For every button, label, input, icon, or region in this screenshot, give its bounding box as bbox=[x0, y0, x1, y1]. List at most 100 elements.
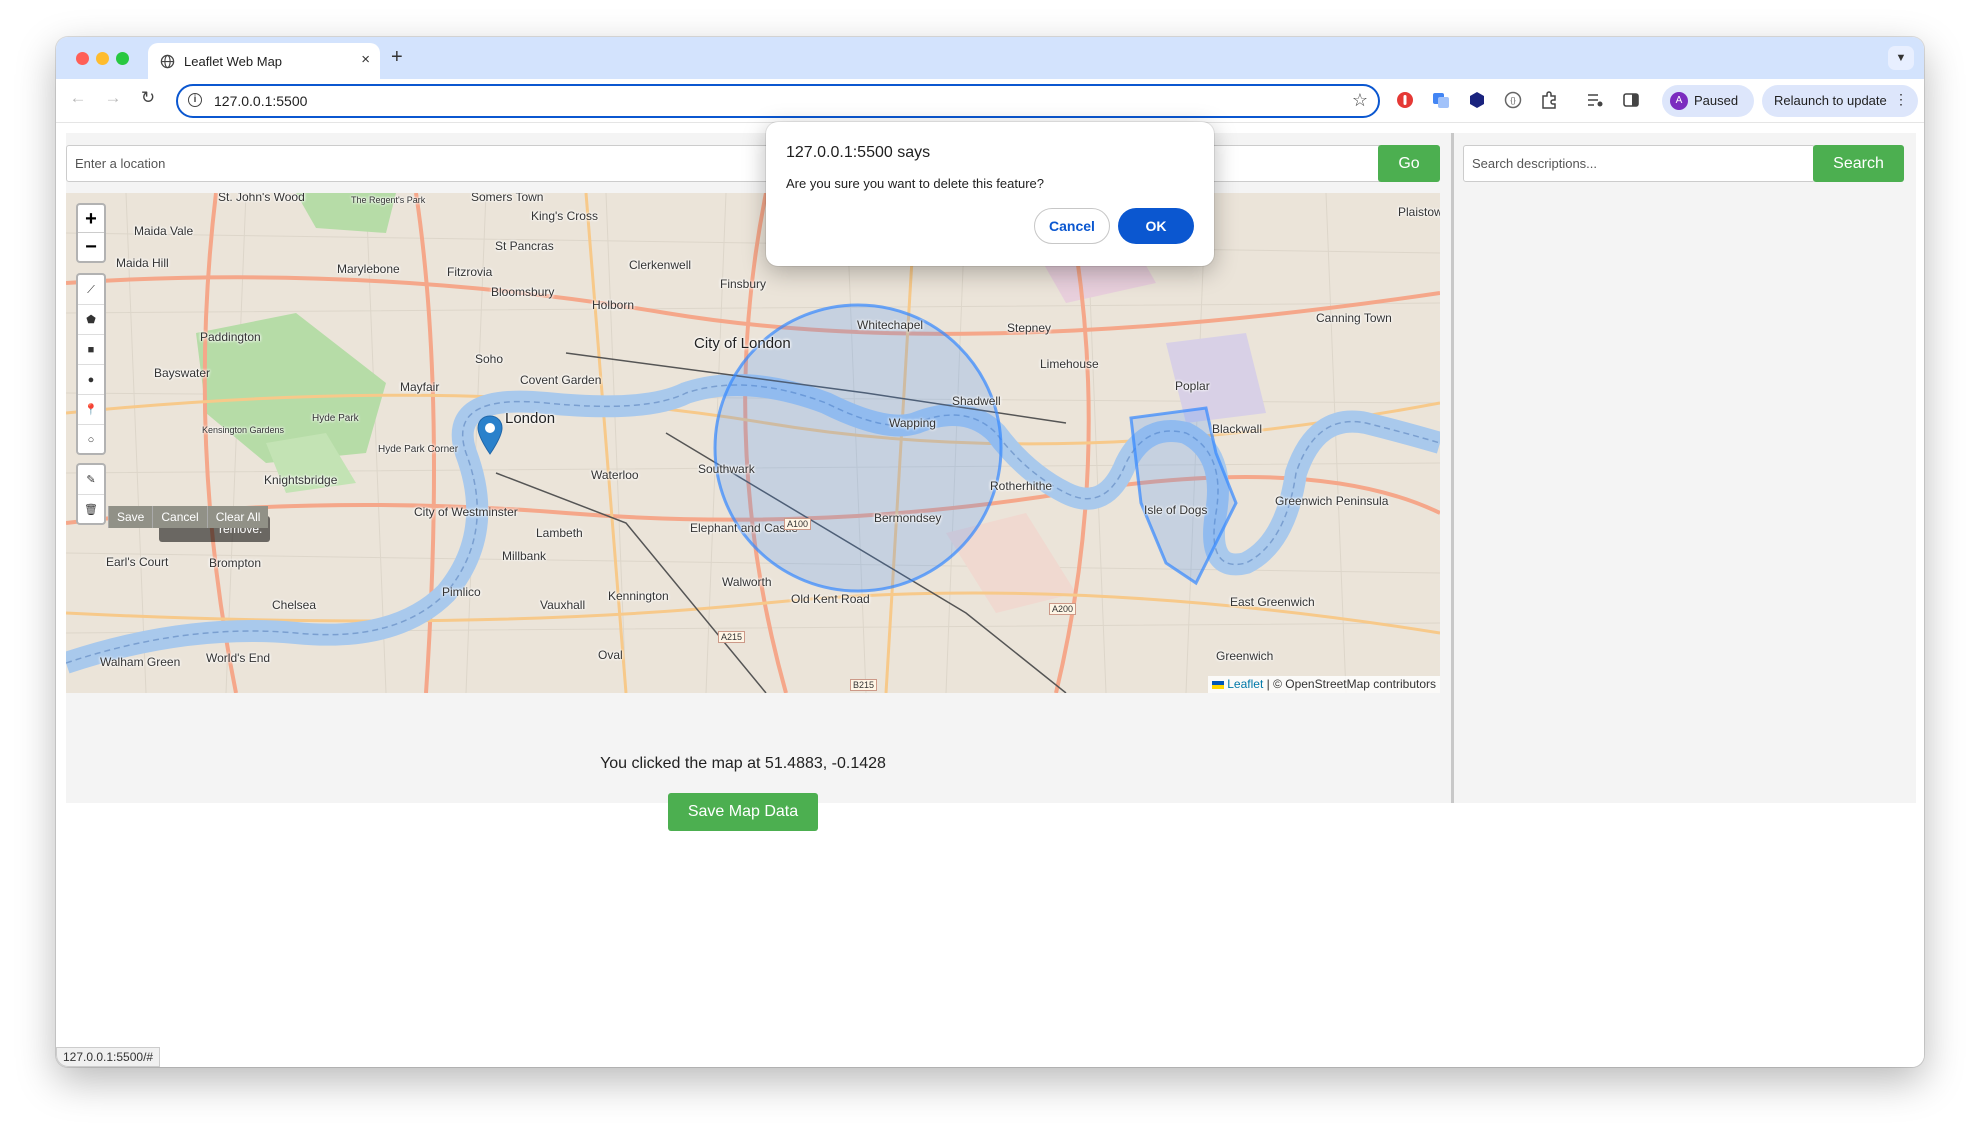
edit-cancel-button[interactable]: Cancel bbox=[152, 506, 207, 528]
road-shield: A215 bbox=[718, 631, 746, 643]
map-marker-icon[interactable] bbox=[477, 415, 503, 455]
map-label: Kensington Gardens bbox=[202, 425, 285, 435]
address-url: 127.0.0.1:5500 bbox=[214, 93, 308, 109]
map-label: East Greenwich bbox=[1230, 595, 1315, 609]
new-tab-button[interactable]: + bbox=[391, 46, 403, 69]
map-label: Clerkenwell bbox=[629, 258, 692, 272]
leaflet-map[interactable]: St. John's Wood The Regent's Park Somers… bbox=[66, 193, 1440, 693]
dialog-title: 127.0.0.1:5500 says bbox=[786, 144, 931, 161]
map-label: St Pancras bbox=[495, 239, 554, 253]
map-label: Maida Hill bbox=[116, 256, 169, 270]
status-bar-url: 127.0.0.1:5500/# bbox=[56, 1047, 161, 1067]
map-label: Bloomsbury bbox=[491, 285, 555, 299]
media-controls-icon[interactable] bbox=[1586, 91, 1604, 109]
map-label: Walworth bbox=[722, 575, 772, 589]
search-descriptions-input[interactable] bbox=[1463, 145, 1815, 182]
maximize-window-button[interactable] bbox=[116, 52, 129, 65]
zoom-in-button[interactable]: + bbox=[78, 205, 104, 233]
relaunch-to-update-button[interactable]: Relaunch to update ⋮ bbox=[1762, 85, 1918, 117]
go-button[interactable]: Go bbox=[1378, 145, 1440, 182]
ukraine-flag-icon bbox=[1212, 680, 1225, 689]
map-label: Canning Town bbox=[1316, 311, 1392, 325]
tab-search-chevron-down-icon[interactable]: ▼ bbox=[1888, 46, 1914, 70]
map-label: Wapping bbox=[889, 416, 936, 430]
search-button[interactable]: Search bbox=[1813, 145, 1904, 182]
confirm-dialog: 127.0.0.1:5500 says Are you sure you wan… bbox=[766, 122, 1214, 266]
draw-polygon-icon[interactable]: ⬟ bbox=[78, 305, 104, 335]
back-arrow-icon[interactable]: ← bbox=[66, 88, 90, 108]
map-label: Greenwich bbox=[1216, 649, 1274, 663]
tab-title: Leaflet Web Map bbox=[184, 54, 283, 69]
dialog-ok-button[interactable]: OK bbox=[1118, 208, 1194, 244]
map-label: The Regent's Park bbox=[351, 195, 426, 205]
draw-polyline-icon[interactable]: ⟋ bbox=[78, 275, 104, 305]
browser-toolbar: ← → ↻ i 127.0.0.1:5500 ☆ {} A Paused Rel… bbox=[56, 79, 1924, 123]
edit-save-button[interactable]: Save bbox=[108, 506, 153, 528]
map-label: Covent Garden bbox=[520, 373, 602, 387]
map-label: Poplar bbox=[1175, 379, 1210, 393]
profile-status-label: Paused bbox=[1694, 93, 1739, 108]
draw-circlemarker-icon[interactable]: ○ bbox=[78, 425, 104, 455]
road-shield: A200 bbox=[1049, 603, 1077, 615]
profile-button[interactable]: A Paused bbox=[1662, 85, 1754, 117]
road-shield: A100 bbox=[784, 518, 812, 530]
tab-leaflet-web-map[interactable]: Leaflet Web Map × bbox=[148, 43, 380, 79]
click-coordinates-text: You clicked the map at 51.4883, -0.1428 bbox=[600, 755, 886, 772]
draw-circle-icon[interactable]: ● bbox=[78, 365, 104, 395]
map-label: Mayfair bbox=[400, 380, 440, 394]
leaflet-link[interactable]: Leaflet bbox=[1227, 677, 1263, 691]
map-label: Knightsbridge bbox=[264, 473, 338, 487]
map-label: Old Kent Road bbox=[791, 592, 870, 606]
save-map-data-button[interactable]: Save Map Data bbox=[668, 793, 818, 831]
tab-strip: Leaflet Web Map × + ▼ bbox=[56, 37, 1924, 79]
map-label: London bbox=[505, 410, 556, 427]
map-tiles bbox=[66, 193, 1440, 693]
dialog-cancel-button[interactable]: Cancel bbox=[1034, 208, 1110, 244]
tab-close-icon[interactable]: × bbox=[361, 51, 370, 68]
edit-clear-all-button[interactable]: Clear All bbox=[206, 506, 269, 528]
circle-extension-icon[interactable]: {} bbox=[1504, 91, 1522, 109]
minimize-window-button[interactable] bbox=[96, 52, 109, 65]
forward-arrow-icon[interactable]: → bbox=[101, 88, 125, 108]
map-label: City of Westminster bbox=[414, 505, 518, 519]
map-label: Bayswater bbox=[154, 366, 211, 380]
map-label: Brompton bbox=[209, 556, 262, 570]
attribution-text: | © OpenStreetMap contributors bbox=[1266, 677, 1436, 691]
map-label: King's Cross bbox=[531, 209, 598, 223]
map-label: Maida Vale bbox=[134, 224, 194, 238]
zoom-out-button[interactable]: − bbox=[78, 233, 104, 261]
map-label: Shadwell bbox=[952, 394, 1001, 408]
reload-icon[interactable]: ↻ bbox=[136, 88, 160, 108]
map-label: Somers Town bbox=[471, 193, 544, 204]
map-label: Blackwall bbox=[1212, 422, 1263, 436]
map-label: Walham Green bbox=[100, 655, 181, 669]
address-bar[interactable]: i 127.0.0.1:5500 ☆ bbox=[176, 84, 1380, 118]
side-panel-icon[interactable] bbox=[1622, 91, 1640, 109]
map-label: Bermondsey bbox=[874, 511, 942, 525]
close-window-button[interactable] bbox=[76, 52, 89, 65]
map-label: Lambeth bbox=[536, 526, 583, 540]
zoom-control: + − bbox=[76, 203, 106, 263]
map-label: City of London bbox=[694, 335, 791, 352]
map-label: Holborn bbox=[592, 298, 635, 312]
map-label: Waterloo bbox=[591, 468, 639, 482]
map-label: Stepney bbox=[1007, 321, 1052, 335]
map-label: Earl's Court bbox=[106, 555, 169, 569]
map-label: Whitechapel bbox=[857, 318, 924, 332]
puzzle-extensions-icon[interactable] bbox=[1540, 91, 1558, 109]
site-info-icon[interactable]: i bbox=[188, 93, 202, 107]
extension-red-icon[interactable] bbox=[1396, 91, 1414, 109]
draw-rectangle-icon[interactable]: ■ bbox=[78, 335, 104, 365]
panel-divider[interactable] bbox=[1451, 133, 1454, 803]
delete-layers-icon[interactable]: 🗑 bbox=[78, 495, 104, 525]
map-label: Oval bbox=[598, 648, 623, 662]
more-menu-icon[interactable]: ⋮ bbox=[1894, 91, 1908, 108]
translate-extension-icon[interactable] bbox=[1432, 91, 1450, 109]
edit-layers-icon[interactable]: ✎ bbox=[78, 465, 104, 495]
bookmark-star-icon[interactable]: ☆ bbox=[1352, 90, 1368, 111]
draw-toolbar: ⟋ ⬟ ■ ● 📍 ○ bbox=[76, 273, 106, 455]
hexagon-extension-icon[interactable] bbox=[1468, 91, 1486, 109]
map-label: Soho bbox=[475, 352, 504, 366]
edit-toolbar: ✎ 🗑 bbox=[76, 463, 106, 525]
draw-marker-icon[interactable]: 📍 bbox=[78, 395, 104, 425]
